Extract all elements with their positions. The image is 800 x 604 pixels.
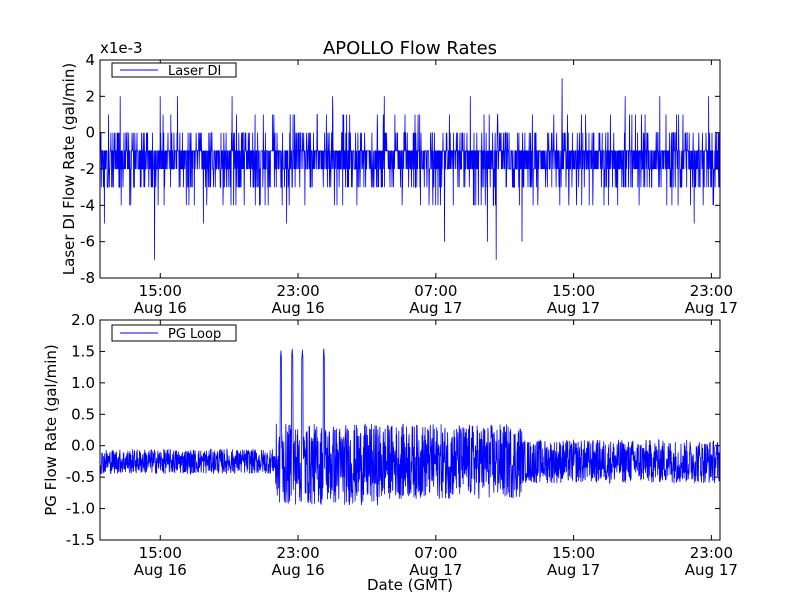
x-tick-time: 15:00 xyxy=(139,544,182,562)
y-tick-label: -8 xyxy=(80,269,95,287)
x-tick-date: Aug 16 xyxy=(134,299,187,317)
x-tick-time: 23:00 xyxy=(276,282,319,300)
x-tick-time: 23:00 xyxy=(690,544,733,562)
plot-area-bottom xyxy=(100,320,720,540)
y-tick-label: 2 xyxy=(85,87,95,105)
figure: APOLLO Flow Rates -8 -6 -4 -2 0 2 4 15:00 Aug 1… xyxy=(0,0,800,600)
y-tick-label: 0.5 xyxy=(71,405,95,423)
y-tick-label: -0.5 xyxy=(66,468,95,486)
legend-label-pg-loop: PG Loop xyxy=(168,327,221,342)
x-tick-time: 23:00 xyxy=(276,544,319,562)
x-axis-label: Date (GMT) xyxy=(367,576,453,594)
panel-laser-di: -8-6-4-2024 15:00Aug 1623:00Aug 1607:00A… xyxy=(60,39,738,317)
chart-svg: APOLLO Flow Rates -8-6-4-2024 15:00Aug 1… xyxy=(0,0,800,600)
y-tick-label: -1.0 xyxy=(66,500,95,518)
y-axis-label-bottom: PG Flow Rate (gal/min) xyxy=(42,344,60,516)
x-tick-date: Aug 17 xyxy=(547,299,600,317)
y-tick-label: -2 xyxy=(80,160,95,178)
y-multiplier: x1e-3 xyxy=(100,39,143,57)
y-tick-label: -1.5 xyxy=(66,531,95,549)
panel-pg-loop: -1.5-1.0-0.50.00.51.01.52.0 15:00Aug 162… xyxy=(42,311,738,579)
legend-bottom: PG Loop xyxy=(111,324,237,342)
y-tick-label: -4 xyxy=(80,196,95,214)
legend-top: Laser DI xyxy=(111,62,237,79)
x-tick-date: Aug 16 xyxy=(134,561,187,579)
x-tick-date: Aug 16 xyxy=(271,299,324,317)
x-tick-time: 07:00 xyxy=(414,544,457,562)
y-tick-label: 2.0 xyxy=(71,311,95,329)
y-tick-label: 4 xyxy=(85,51,95,69)
y-tick-label: 1.0 xyxy=(71,374,95,392)
x-tick-date: Aug 17 xyxy=(547,561,600,579)
y-axis-label-top: Laser DI Flow Rate (gal/min) xyxy=(60,63,78,275)
y-tick-label: 0.0 xyxy=(71,437,95,455)
x-tick-time: 15:00 xyxy=(552,544,595,562)
y-tick-label: -6 xyxy=(80,233,95,251)
x-tick-date: Aug 17 xyxy=(685,561,738,579)
x-tick-date: Aug 16 xyxy=(271,561,324,579)
x-tick-time: 15:00 xyxy=(139,282,182,300)
chart-title: APOLLO Flow Rates xyxy=(323,38,497,59)
x-tick-date: Aug 17 xyxy=(409,299,462,317)
x-tick-date: Aug 17 xyxy=(685,299,738,317)
x-tick-time: 15:00 xyxy=(552,282,595,300)
y-tick-label: 1.5 xyxy=(71,342,95,360)
y-tick-label: 0 xyxy=(85,124,95,142)
x-tick-time: 07:00 xyxy=(414,282,457,300)
legend-label-laser-di: Laser DI xyxy=(168,64,221,79)
x-tick-time: 23:00 xyxy=(690,282,733,300)
